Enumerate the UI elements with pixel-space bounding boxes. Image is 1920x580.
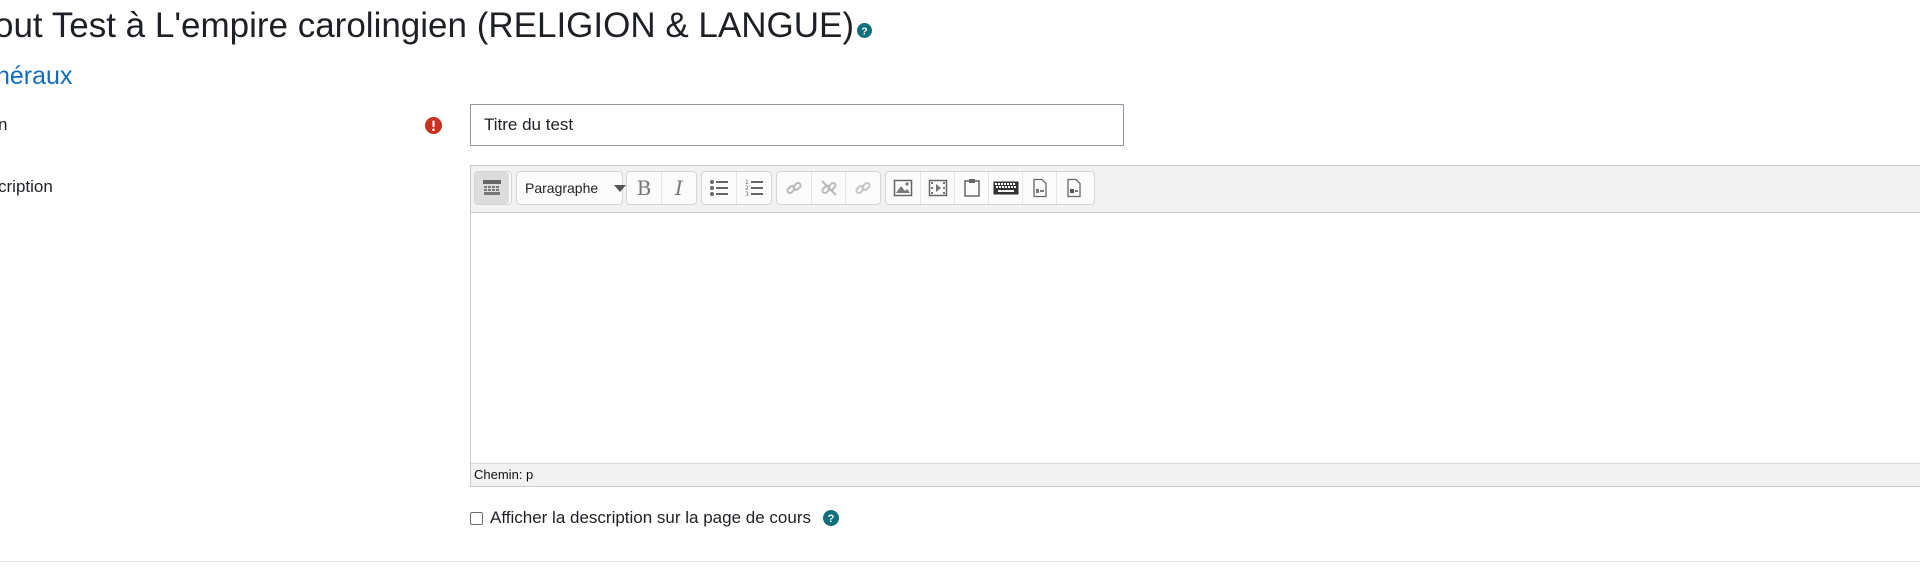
edit-quiz-page: out Test à L'empire carolingien (RELIGIO… — [0, 0, 1920, 580]
paste-button[interactable] — [954, 172, 988, 204]
bullet-list-icon — [710, 180, 728, 196]
paste-icon — [963, 179, 980, 197]
toolbar-group-format: Paragraphe — [516, 171, 627, 205]
svg-text:B: B — [637, 178, 652, 198]
toolbar-group-style: B I — [626, 171, 697, 205]
page-title-text: out Test à L'empire carolingien (RELIGIO… — [0, 6, 854, 45]
keyboard-toggle-button[interactable] — [475, 172, 509, 204]
toolbar-group-lists: 1 2 3 — [701, 171, 772, 205]
section-divider — [0, 561, 1920, 562]
bold-button[interactable]: B — [627, 172, 661, 204]
svg-text:3: 3 — [745, 191, 749, 197]
equation-keyboard-button[interactable] — [988, 172, 1022, 204]
toolbar-group-insert — [885, 171, 1095, 205]
paragraph-format-value: Paragraphe — [525, 180, 599, 196]
equation-keyboard-icon — [993, 181, 1018, 195]
name-label: n — [0, 115, 8, 134]
editor-status-path: Chemin: p — [471, 463, 1920, 486]
bold-icon: B — [637, 178, 652, 198]
editor-toolbar: Paragraphe B I 1 2 3 — [471, 166, 1920, 213]
help-icon[interactable]: ? — [822, 510, 839, 526]
help-icon[interactable]: ? — [857, 22, 872, 38]
required-icon — [425, 117, 442, 134]
italic-icon: I — [674, 178, 684, 198]
numbered-list-button[interactable]: 1 2 3 — [736, 172, 770, 204]
unlink-icon — [820, 180, 837, 196]
image-icon — [893, 179, 913, 197]
show-description-row: Afficher la description sur la page de c… — [470, 508, 839, 528]
link-icon — [786, 181, 802, 195]
italic-button[interactable]: I — [661, 172, 695, 204]
toolbar-group-toggle — [474, 171, 512, 205]
unlink-button[interactable] — [811, 172, 845, 204]
paragraph-format-select[interactable]: Paragraphe — [517, 172, 632, 204]
section-general-link[interactable]: néraux — [0, 60, 72, 92]
autolink-icon — [854, 181, 871, 195]
description-editor: Paragraphe B I 1 2 3 Chemin: p — [470, 165, 1920, 487]
media-icon — [928, 179, 947, 197]
numbered-list-icon: 1 2 3 — [745, 179, 763, 197]
bullet-list-button[interactable] — [702, 172, 736, 204]
autolink-button[interactable] — [845, 172, 879, 204]
file-right-icon — [1066, 178, 1081, 198]
file-left-button[interactable] — [1022, 172, 1056, 204]
description-label: cription — [0, 177, 53, 196]
file-left-icon — [1032, 178, 1047, 198]
editor-content-area[interactable] — [471, 213, 1920, 465]
toolbar-group-links — [776, 171, 881, 205]
svg-text:?: ? — [861, 26, 867, 37]
file-right-button[interactable] — [1056, 172, 1090, 204]
show-description-label[interactable]: Afficher la description sur la page de c… — [490, 508, 811, 528]
image-button[interactable] — [886, 172, 920, 204]
keyboard-toggle-icon — [483, 180, 501, 195]
link-button[interactable] — [777, 172, 811, 204]
page-title: out Test à L'empire carolingien (RELIGIO… — [0, 4, 872, 48]
svg-text:?: ? — [828, 513, 835, 525]
show-description-checkbox[interactable] — [470, 511, 483, 525]
svg-text:I: I — [674, 178, 684, 198]
chevron-down-icon — [614, 184, 627, 192]
media-button[interactable] — [920, 172, 954, 204]
name-input[interactable] — [470, 104, 1124, 146]
